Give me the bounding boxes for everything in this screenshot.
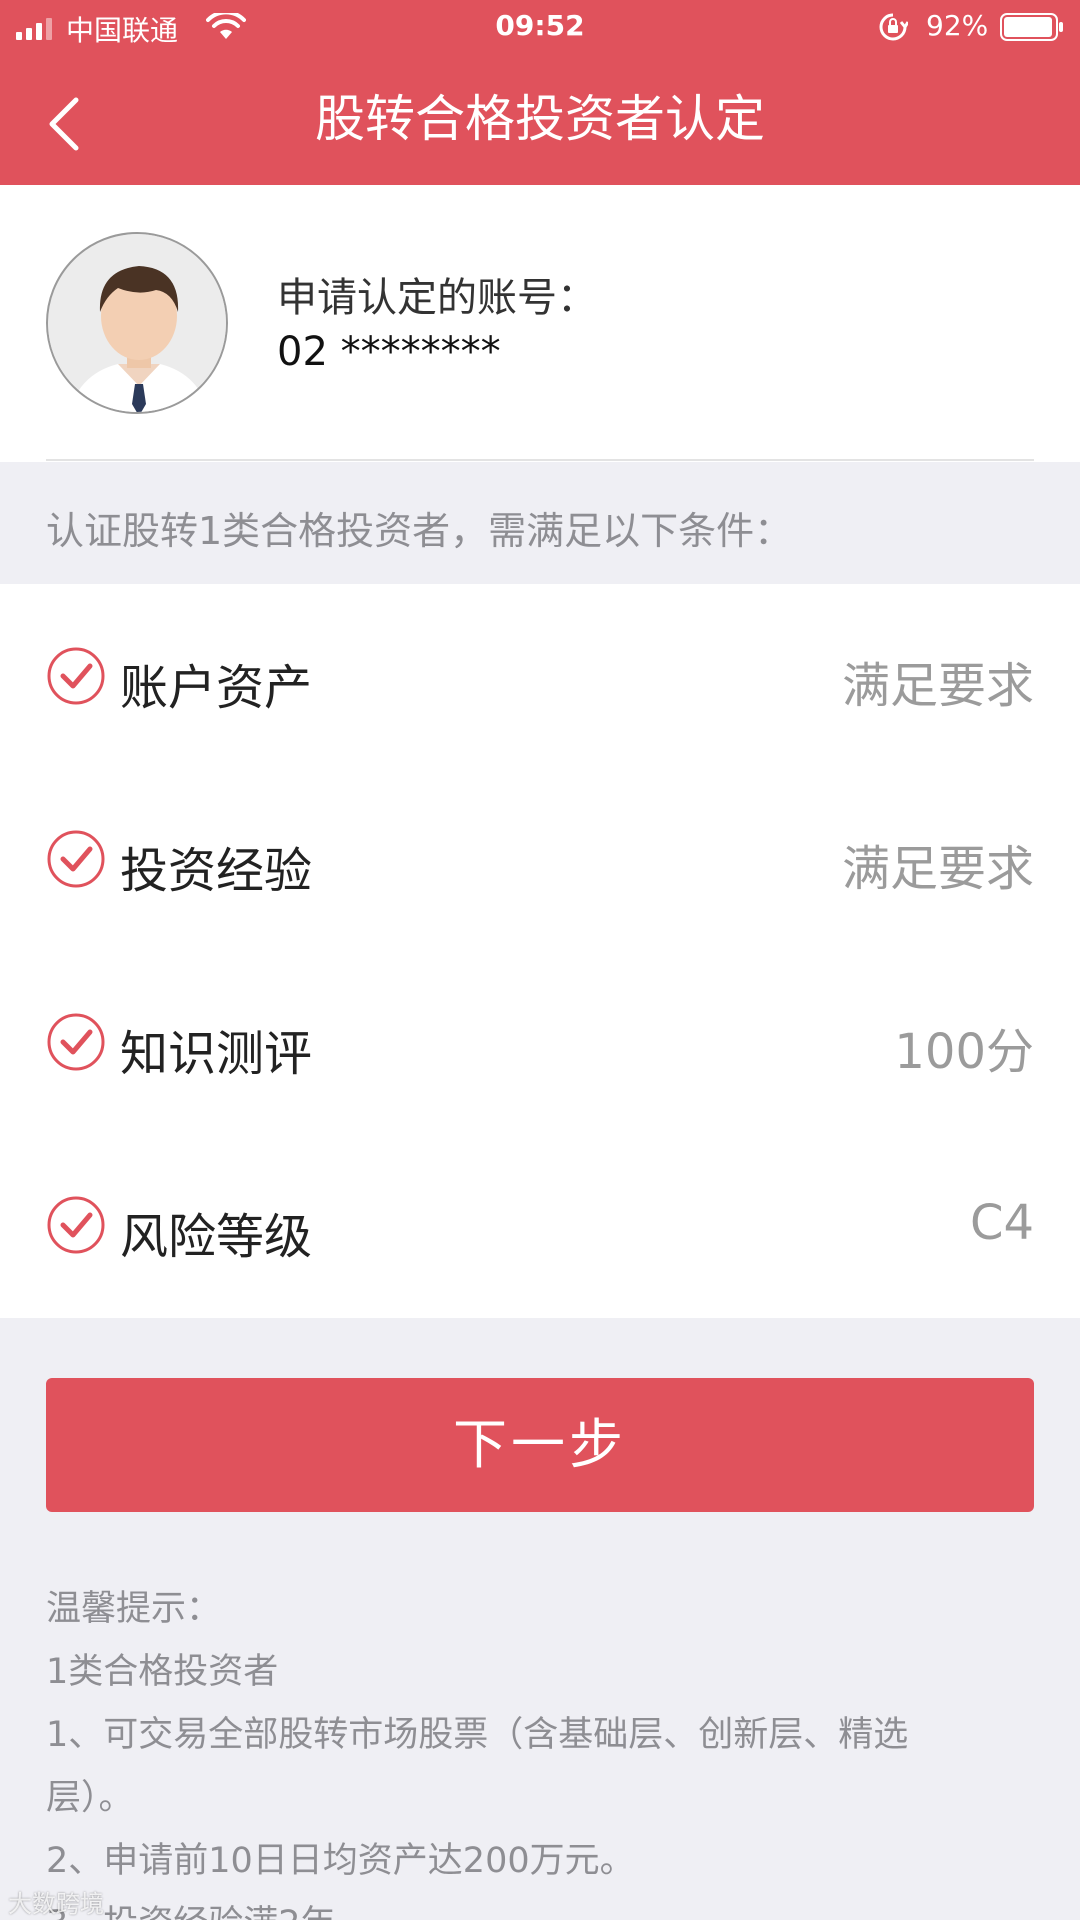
check-circle-icon	[47, 1196, 105, 1254]
condition-row-experience: 投资经验 满足要求	[0, 767, 1080, 950]
status-bar: 中国联通 09:52 92%	[0, 0, 1080, 54]
condition-value: C4	[969, 1195, 1034, 1251]
check-circle-icon	[47, 1013, 105, 1071]
account-label: 申请认定的账号：	[277, 275, 597, 321]
page-title: 股转合格投资者认定	[315, 90, 765, 148]
battery-icon	[1000, 13, 1063, 41]
condition-row-knowledge: 知识测评 100分	[0, 950, 1080, 1133]
user-avatar-icon	[48, 234, 226, 412]
tips-line: 2、申请前10日日均资产达200万元。	[46, 1841, 635, 1881]
conditions-header: 认证股转1类合格投资者，需满足以下条件：	[0, 462, 1080, 584]
condition-label: 投资经验	[120, 843, 313, 899]
watermark: 大数跨境	[8, 1890, 104, 1918]
condition-value: 100分	[894, 1024, 1034, 1080]
divider	[46, 459, 1034, 461]
condition-value: 满足要求	[841, 841, 1034, 897]
avatar	[46, 232, 228, 414]
check-circle-icon	[47, 830, 105, 888]
tips-line: 1、可交易全部股转市场股票（含基础层、创新层、精选	[46, 1715, 909, 1755]
conditions-header-text: 认证股转1类合格投资者，需满足以下条件：	[46, 509, 793, 553]
header-bar: 中国联通 09:52 92% 股转合格投资者认定	[0, 0, 1080, 185]
condition-row-risk: 风险等级 C4	[0, 1133, 1080, 1316]
tips-line: 层）。	[46, 1778, 134, 1818]
tips-line: 3、投资经验满2年	[46, 1893, 1006, 1920]
tips-title: 温馨提示：	[46, 1589, 222, 1629]
tips-line: 1类合格投资者	[46, 1652, 279, 1692]
tips-section: 温馨提示： 1类合格投资者 1、可交易全部股转市场股票（含基础层、创新层、精选 …	[46, 1578, 1006, 1920]
condition-label: 账户资产	[120, 660, 313, 716]
condition-row-assets: 账户资产 满足要求	[0, 584, 1080, 767]
condition-label: 知识测评	[120, 1026, 313, 1082]
account-number: 02 ********	[277, 329, 501, 375]
check-circle-icon	[47, 647, 105, 705]
next-step-button[interactable]: 下一步	[46, 1378, 1034, 1512]
status-time: 09:52	[495, 9, 585, 42]
conditions-list: 账户资产 满足要求 投资经验 满足要求 知识测评 100分 风险等级 C4	[0, 584, 1080, 1318]
nav-bar: 股转合格投资者认定	[0, 54, 1080, 185]
condition-value: 满足要求	[841, 658, 1034, 714]
condition-label: 风险等级	[120, 1209, 313, 1265]
account-card: 申请认定的账号： 02 ********	[0, 185, 1080, 462]
orientation-lock-icon	[879, 13, 908, 41]
battery-percent: 92%	[926, 9, 989, 42]
